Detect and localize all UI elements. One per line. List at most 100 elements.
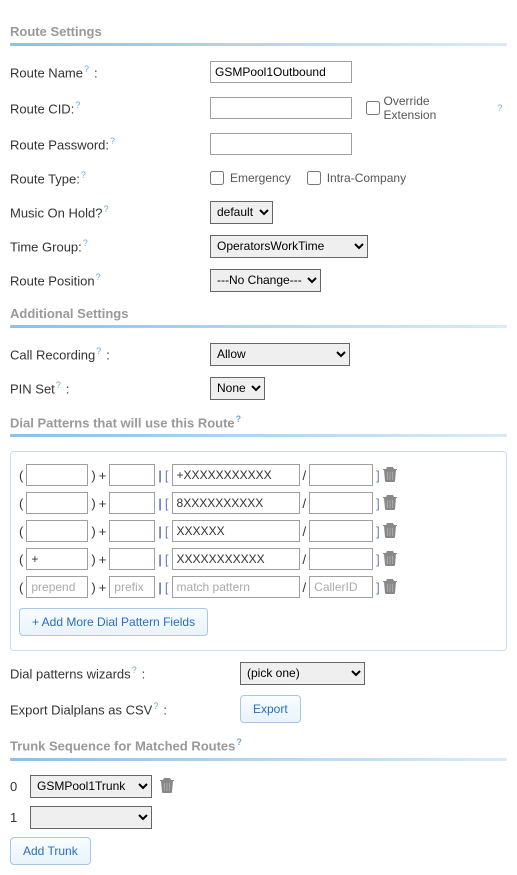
section-rule (10, 758, 507, 761)
callerid-input[interactable] (309, 576, 373, 598)
prefix-input[interactable] (109, 548, 155, 570)
close-bracket: ] (376, 524, 380, 539)
trash-icon[interactable] (383, 522, 397, 541)
route-position-select[interactable]: ---No Change--- (210, 269, 321, 292)
route-cid-input[interactable] (210, 97, 352, 119)
section-rule (10, 325, 507, 328)
prepend-input[interactable] (26, 492, 88, 514)
open-paren: ( (19, 468, 23, 483)
trash-icon[interactable] (160, 777, 174, 796)
match-pattern-input[interactable] (172, 520, 300, 542)
prepend-input[interactable] (26, 548, 88, 570)
row-route-cid: Route CID:? Override Extension? (10, 94, 507, 122)
prefix-input[interactable] (109, 576, 155, 598)
trash-icon[interactable] (383, 550, 397, 569)
trunk-row: 0 GSMPool1Trunk (10, 775, 507, 798)
help-icon[interactable]: ? (103, 204, 113, 214)
open-paren: ( (19, 524, 23, 539)
call-recording-select[interactable]: Allow (210, 343, 350, 366)
add-dial-pattern-button[interactable]: + Add More Dial Pattern Fields (19, 608, 208, 636)
row-pin-set: PIN Set?: None (10, 376, 507, 400)
help-icon[interactable]: ? (96, 272, 106, 282)
time-group-select[interactable]: OperatorsWorkTime (210, 235, 368, 258)
trunk-index: 0 (10, 779, 22, 794)
prepend-input[interactable] (26, 520, 88, 542)
section-header-additional: Additional Settings (10, 306, 507, 321)
trunk-row: 1 (10, 806, 507, 829)
match-pattern-input[interactable] (172, 464, 300, 486)
help-icon[interactable]: ? (96, 346, 106, 356)
label-route-type: Route Type:? (10, 170, 210, 186)
help-icon[interactable]: ? (110, 136, 120, 146)
dial-pattern-row: () + | [ / ] (19, 576, 498, 598)
help-icon[interactable]: ? (236, 414, 246, 424)
callerid-input[interactable] (309, 548, 373, 570)
dial-pattern-row: () + | [ / ] (19, 464, 498, 486)
row-route-name: Route Name?: (10, 60, 507, 84)
help-icon[interactable]: ? (81, 170, 91, 180)
add-trunk-button[interactable]: Add Trunk (10, 837, 91, 865)
section-header-dial-patterns: Dial Patterns that will use this Route? (10, 414, 507, 430)
trunk-select[interactable] (30, 806, 152, 829)
label-wizards: Dial patterns wizards?: (10, 665, 240, 681)
callerid-input[interactable] (309, 464, 373, 486)
help-icon[interactable]: ? (84, 64, 94, 74)
prefix-input[interactable] (109, 520, 155, 542)
emergency-checkbox[interactable] (210, 171, 224, 185)
row-call-recording: Call Recording?: Allow (10, 342, 507, 366)
prepend-input[interactable] (26, 464, 88, 486)
close-bracket: ] (376, 552, 380, 567)
override-extension-checkbox[interactable] (366, 101, 380, 115)
plus-sign: + (99, 552, 107, 567)
close-paren: ) (91, 580, 95, 595)
label-time-group: Time Group:? (10, 238, 210, 254)
pipe-separator: | (158, 496, 162, 511)
close-bracket: ] (376, 496, 380, 511)
section-header-trunks: Trunk Sequence for Matched Routes? (10, 737, 507, 753)
plus-sign: + (99, 496, 107, 511)
match-pattern-input[interactable] (172, 576, 300, 598)
close-paren: ) (91, 524, 95, 539)
callerid-input[interactable] (309, 520, 373, 542)
label-call-recording: Call Recording?: (10, 346, 210, 362)
open-bracket: [ (165, 580, 169, 595)
match-pattern-input[interactable] (172, 548, 300, 570)
pipe-separator: | (158, 580, 162, 595)
prepend-input[interactable] (26, 576, 88, 598)
open-bracket: [ (165, 496, 169, 511)
prefix-input[interactable] (109, 492, 155, 514)
dial-patterns-box: () + | [ / ]() + | [ / ]() + | [ / ]() +… (10, 451, 507, 651)
close-paren: ) (91, 468, 95, 483)
trash-icon[interactable] (383, 494, 397, 513)
wizards-select[interactable]: (pick one) (240, 662, 365, 685)
slash-separator: / (303, 468, 307, 483)
close-bracket: ] (376, 468, 380, 483)
pin-set-select[interactable]: None (210, 377, 265, 400)
open-bracket: [ (165, 524, 169, 539)
help-icon[interactable]: ? (153, 701, 163, 711)
intra-company-checkbox[interactable] (307, 171, 321, 185)
dial-pattern-row: () + | [ / ] (19, 520, 498, 542)
match-pattern-input[interactable] (172, 492, 300, 514)
row-time-group: Time Group:? OperatorsWorkTime (10, 234, 507, 258)
help-icon[interactable]: ? (236, 737, 246, 747)
moh-select[interactable]: default (210, 201, 273, 224)
help-icon[interactable]: ? (497, 103, 507, 113)
help-icon[interactable]: ? (83, 238, 93, 248)
open-paren: ( (19, 580, 23, 595)
export-button[interactable]: Export (240, 695, 301, 723)
trunk-index: 1 (10, 810, 22, 825)
prefix-input[interactable] (109, 464, 155, 486)
help-icon[interactable]: ? (56, 380, 66, 390)
callerid-input[interactable] (309, 492, 373, 514)
route-name-input[interactable] (210, 61, 352, 83)
help-icon[interactable]: ? (75, 100, 85, 110)
trash-icon[interactable] (383, 466, 397, 485)
trunk-select[interactable]: GSMPool1Trunk (30, 775, 152, 798)
trash-icon[interactable] (383, 578, 397, 597)
row-route-position: Route Position? ---No Change--- (10, 268, 507, 292)
dial-pattern-row: () + | [ / ] (19, 548, 498, 570)
help-icon[interactable]: ? (132, 665, 142, 675)
row-export: Export Dialplans as CSV?: Export (10, 695, 507, 723)
route-password-input[interactable] (210, 133, 352, 155)
